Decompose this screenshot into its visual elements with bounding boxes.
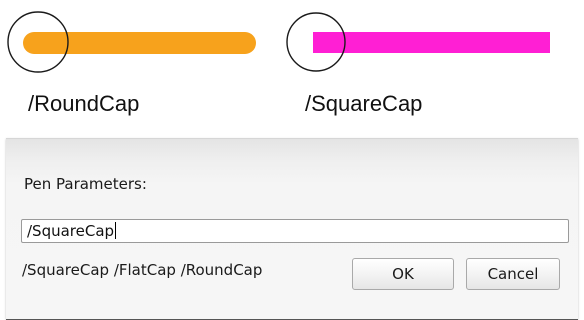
square-cap-stroke	[313, 32, 550, 53]
cap-demo-canvas	[7, 11, 550, 73]
round-cap-label: /RoundCap	[28, 91, 140, 116]
app-root: /RoundCap /SquareCap Pen Parameters: /Sq…	[0, 0, 584, 320]
dialog-title: Pen Parameters:	[24, 175, 147, 193]
ok-button[interactable]: OK	[352, 258, 454, 290]
pen-parameters-input-value: /SquareCap	[27, 222, 115, 240]
cap-options-hint: /SquareCap /FlatCap /RoundCap	[22, 261, 263, 279]
cancel-button[interactable]: Cancel	[466, 258, 560, 290]
pen-parameters-input[interactable]: /SquareCap	[21, 219, 569, 243]
text-caret	[115, 222, 117, 239]
pen-parameters-dialog: Pen Parameters: /SquareCap /SquareCap /F…	[6, 138, 578, 320]
square-cap-label: /SquareCap	[305, 91, 423, 116]
